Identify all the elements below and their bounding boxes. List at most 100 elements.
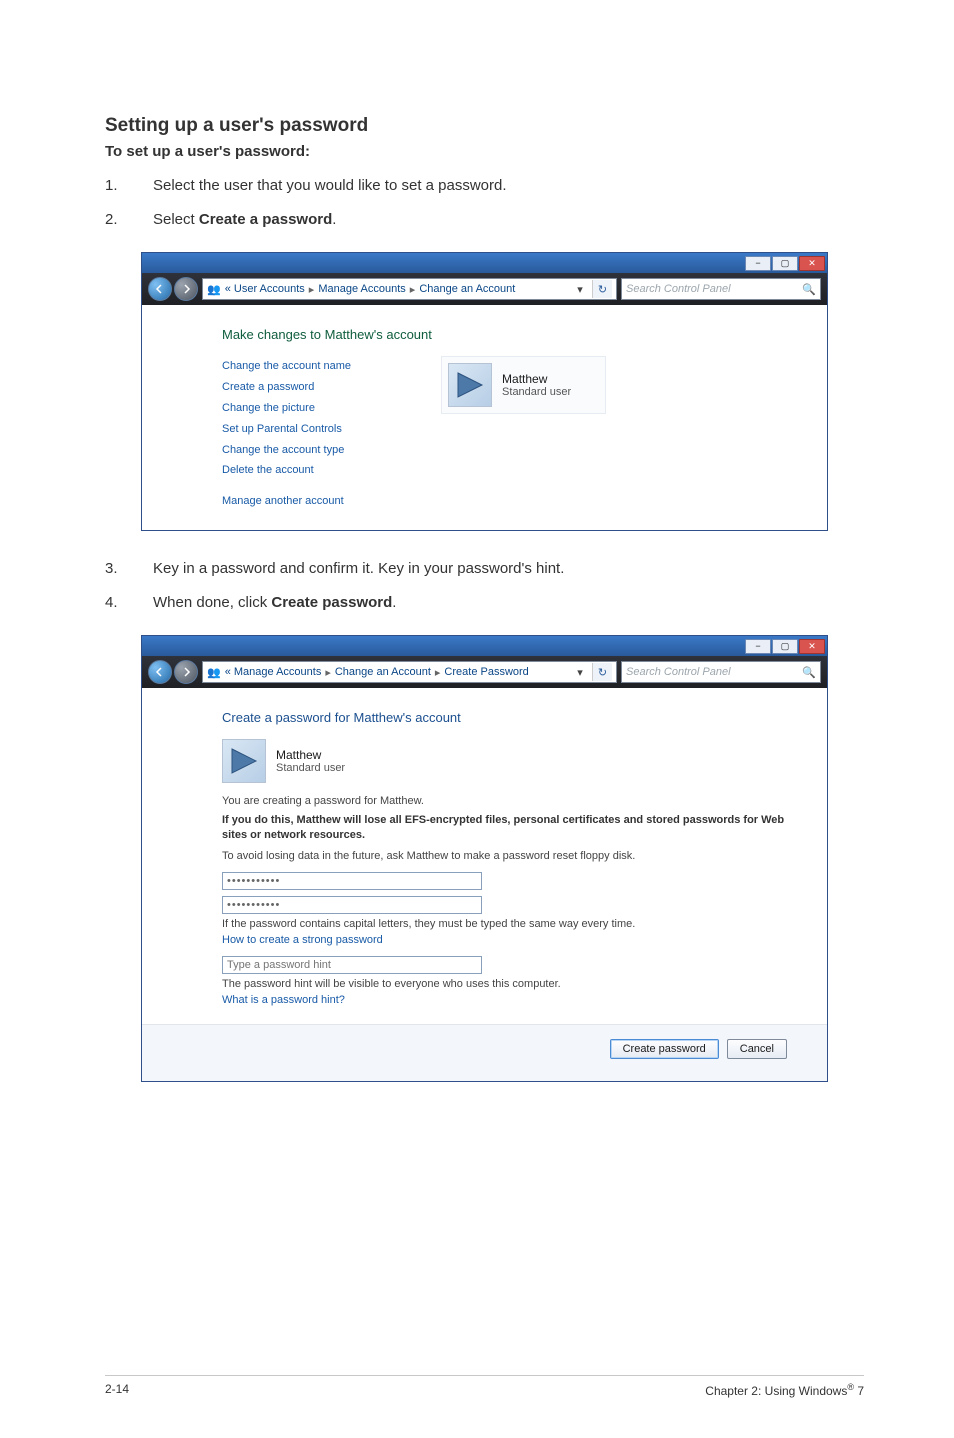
breadcrumb[interactable]: « Manage Accounts: [225, 666, 322, 678]
chevron-right-icon: ▸: [309, 283, 315, 296]
address-bar[interactable]: 👥 « Manage Accounts ▸ Change an Account …: [202, 661, 617, 683]
avatar: [448, 363, 492, 407]
page-number: 2-14: [105, 1382, 129, 1398]
step-text: Select Create a password.: [153, 208, 864, 232]
breadcrumb[interactable]: Create Password: [444, 666, 528, 678]
link-parental-controls[interactable]: Set up Parental Controls: [222, 419, 351, 440]
confirm-password-field[interactable]: [222, 896, 482, 914]
close-button[interactable]: ✕: [799, 639, 825, 654]
back-button[interactable]: [148, 660, 172, 684]
chapter-label: Chapter 2: Using Windows® 7: [705, 1382, 864, 1398]
step-number: 3.: [105, 557, 153, 581]
screenshot-change-account: − ▢ ✕ 👥 « User Accounts ▸ Manage Account…: [141, 252, 828, 531]
address-dropdown[interactable]: ▾: [572, 281, 588, 297]
step-text: When done, click Create password.: [153, 591, 864, 615]
chevron-right-icon: ▸: [410, 283, 416, 296]
step-text: Key in a password and confirm it. Key in…: [153, 557, 864, 581]
breadcrumb[interactable]: « User Accounts: [225, 283, 305, 295]
user-role: Standard user: [276, 762, 345, 774]
explorer-navbar: 👥 « Manage Accounts ▸ Change an Account …: [142, 656, 827, 688]
arrow-left-icon: [155, 667, 165, 677]
breadcrumb[interactable]: Manage Accounts: [318, 283, 405, 295]
user-avatar-icon: [454, 369, 486, 401]
users-icon: 👥: [207, 666, 221, 679]
explorer-window: − ▢ ✕ 👥 « User Accounts ▸ Manage Account…: [141, 252, 828, 531]
user-tile: Matthew Standard user: [222, 739, 787, 783]
minimize-button[interactable]: −: [745, 256, 771, 271]
account-action-list: Change the account name Create a passwor…: [222, 356, 351, 512]
explorer-window: − ▢ ✕ 👥 « Manage Accounts ▸ Change an Ac…: [141, 635, 828, 1082]
floppy-note: To avoid losing data in the future, ask …: [222, 850, 787, 862]
arrow-left-icon: [155, 284, 165, 294]
step-2: 2. Select Create a password.: [105, 208, 864, 232]
window-body: Make changes to Matthew's account Change…: [142, 305, 827, 530]
hint-visibility-note: The password hint will be visible to eve…: [222, 978, 787, 990]
link-what-is-hint[interactable]: What is a password hint?: [222, 994, 787, 1006]
search-icon: 🔍: [802, 283, 816, 296]
user-name: Matthew: [276, 748, 345, 762]
link-create-password[interactable]: Create a password: [222, 377, 351, 398]
forward-button[interactable]: [174, 277, 198, 301]
link-manage-another[interactable]: Manage another account: [222, 491, 351, 512]
screenshot-create-password: − ▢ ✕ 👥 « Manage Accounts ▸ Change an Ac…: [141, 635, 828, 1082]
step-text: Select the user that you would like to s…: [153, 174, 864, 198]
window-titlebar: − ▢ ✕: [142, 636, 827, 656]
create-password-button[interactable]: Create password: [610, 1039, 719, 1059]
section-subheading: To set up a user's password:: [105, 143, 864, 160]
link-delete-account[interactable]: Delete the account: [222, 460, 351, 481]
steps-list-b: 3. Key in a password and confirm it. Key…: [105, 557, 864, 615]
back-button[interactable]: [148, 277, 172, 301]
arrow-right-icon: [181, 667, 191, 677]
maximize-button[interactable]: ▢: [772, 256, 798, 271]
window-titlebar: − ▢ ✕: [142, 253, 827, 273]
users-icon: 👥: [207, 283, 221, 296]
link-change-type[interactable]: Change the account type: [222, 440, 351, 461]
link-strong-password[interactable]: How to create a strong password: [222, 934, 787, 946]
refresh-button[interactable]: ↻: [592, 280, 612, 298]
search-input[interactable]: Search Control Panel 🔍: [621, 278, 821, 300]
new-password-field[interactable]: [222, 872, 482, 890]
avatar: [222, 739, 266, 783]
user-tile: Matthew Standard user: [441, 356, 606, 414]
capitals-note: If the password contains capital letters…: [222, 918, 787, 930]
minimize-button[interactable]: −: [745, 639, 771, 654]
link-change-picture[interactable]: Change the picture: [222, 398, 351, 419]
explorer-navbar: 👥 « User Accounts ▸ Manage Accounts ▸ Ch…: [142, 273, 827, 305]
search-placeholder: Search Control Panel: [626, 283, 731, 295]
step-number: 1.: [105, 174, 153, 198]
window-body: Create a password for Matthew's account …: [142, 688, 827, 1081]
breadcrumb[interactable]: Change an Account: [335, 666, 431, 678]
user-meta: Matthew Standard user: [502, 372, 571, 398]
step-4: 4. When done, click Create password.: [105, 591, 864, 615]
efs-warning: If you do this, Matthew will lose all EF…: [222, 813, 787, 842]
step-number: 4.: [105, 591, 153, 615]
step-3: 3. Key in a password and confirm it. Key…: [105, 557, 864, 581]
breadcrumb[interactable]: Change an Account: [419, 283, 515, 295]
steps-list-a: 1. Select the user that you would like t…: [105, 174, 864, 232]
chevron-right-icon: ▸: [325, 666, 331, 679]
close-button[interactable]: ✕: [799, 256, 825, 271]
refresh-button[interactable]: ↻: [592, 663, 612, 681]
step-1: 1. Select the user that you would like t…: [105, 174, 864, 198]
user-name: Matthew: [502, 372, 571, 386]
forward-button[interactable]: [174, 660, 198, 684]
search-placeholder: Search Control Panel: [626, 666, 731, 678]
maximize-button[interactable]: ▢: [772, 639, 798, 654]
step-number: 2.: [105, 208, 153, 232]
chevron-right-icon: ▸: [435, 666, 441, 679]
cancel-button[interactable]: Cancel: [727, 1039, 787, 1059]
address-bar[interactable]: 👥 « User Accounts ▸ Manage Accounts ▸ Ch…: [202, 278, 617, 300]
user-role: Standard user: [502, 386, 571, 398]
dialog-button-row: Create password Cancel: [142, 1024, 827, 1081]
page-title: Create a password for Matthew's account: [222, 710, 787, 725]
search-icon: 🔍: [802, 666, 816, 679]
password-hint-field[interactable]: [222, 956, 482, 974]
arrow-right-icon: [181, 284, 191, 294]
page-footer: 2-14 Chapter 2: Using Windows® 7: [0, 1375, 954, 1438]
address-dropdown[interactable]: ▾: [572, 664, 588, 680]
user-avatar-icon: [228, 745, 260, 777]
search-input[interactable]: Search Control Panel 🔍: [621, 661, 821, 683]
section-heading: Setting up a user's password: [105, 115, 864, 137]
user-meta: Matthew Standard user: [276, 748, 345, 774]
link-change-name[interactable]: Change the account name: [222, 356, 351, 377]
